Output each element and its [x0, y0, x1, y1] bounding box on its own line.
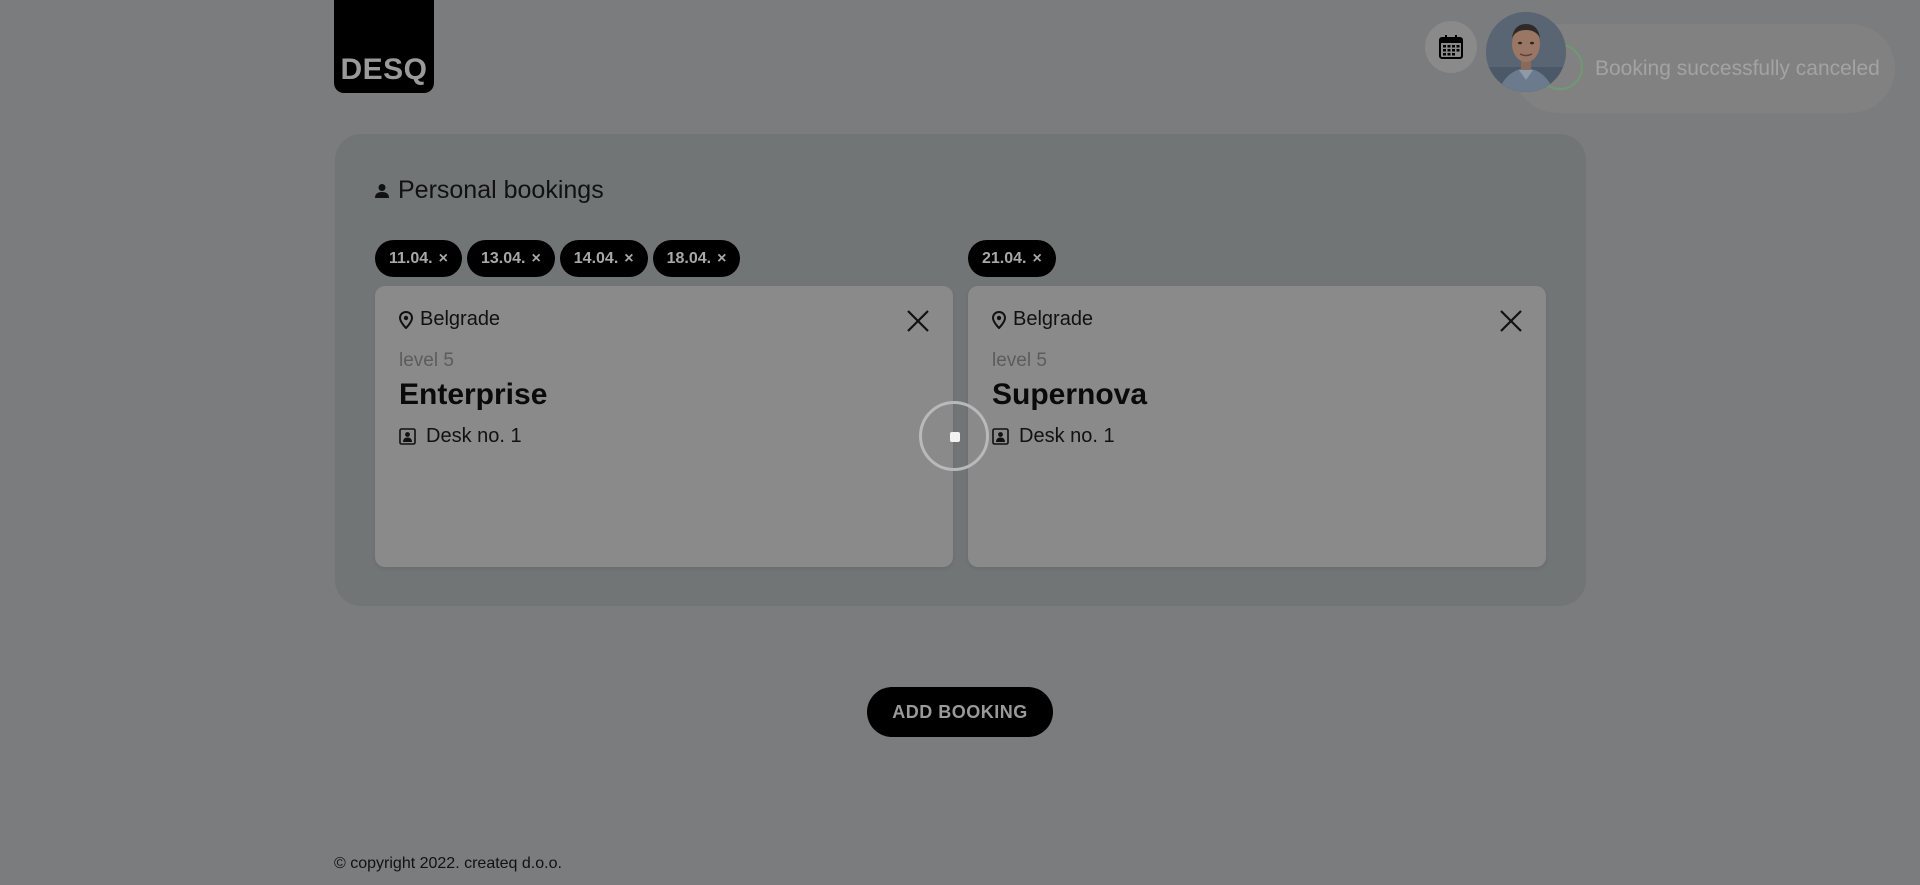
desk-label: Desk no. 1	[1019, 425, 1115, 447]
desk-info: Desk no. 1	[399, 425, 522, 448]
desk-icon	[399, 428, 416, 445]
location-label: Belgrade	[420, 308, 501, 330]
booking-dates-supernova: 21.04. ×	[968, 240, 1056, 277]
logo-text: DESQ	[340, 53, 428, 86]
level-label: level 5	[992, 350, 1047, 371]
loading-spinner-dot	[950, 432, 960, 442]
date-chip[interactable]: 18.04. ×	[652, 240, 741, 277]
remove-date-icon[interactable]: ×	[1032, 250, 1041, 268]
user-avatar[interactable]	[1486, 12, 1566, 92]
cancel-booking-button[interactable]	[905, 308, 931, 334]
location-pin-icon	[992, 310, 1006, 329]
add-booking-button[interactable]: ADD BOOKING	[867, 687, 1053, 737]
panel-title-text: Personal bookings	[398, 176, 604, 204]
calendar-icon	[1439, 35, 1463, 59]
remove-date-icon[interactable]: ×	[439, 250, 448, 268]
calendar-button[interactable]	[1425, 21, 1477, 73]
location-label: Belgrade	[1013, 308, 1094, 330]
date-chip[interactable]: 14.04. ×	[559, 240, 648, 277]
date-chip[interactable]: 21.04. ×	[968, 240, 1056, 277]
date-chip-label: 11.04.	[389, 249, 433, 267]
remove-date-icon[interactable]: ×	[531, 250, 540, 268]
location: Belgrade	[399, 308, 500, 331]
level-label: level 5	[399, 350, 454, 371]
date-chip[interactable]: 11.04. ×	[375, 240, 462, 277]
date-chip-label: 18.04.	[666, 249, 712, 267]
remove-date-icon[interactable]: ×	[624, 250, 633, 268]
desq-logo[interactable]: DESQ	[334, 0, 434, 93]
copyright-footer: © copyright 2022. createq d.o.o.	[334, 855, 562, 872]
panel-title: Personal bookings	[375, 176, 604, 205]
date-chip[interactable]: 13.04. ×	[466, 240, 555, 277]
location: Belgrade	[992, 308, 1093, 331]
remove-date-icon[interactable]: ×	[717, 250, 726, 268]
booking-dates-enterprise: 11.04. × 13.04. × 14.04. × 18.04. ×	[375, 240, 741, 277]
booking-card-enterprise: Belgrade level 5 Enterprise Desk no. 1	[375, 286, 953, 567]
location-pin-icon	[399, 310, 413, 329]
avatar-photo	[1486, 12, 1566, 92]
date-chip-label: 14.04.	[573, 249, 619, 267]
room-name: Enterprise	[399, 378, 548, 411]
success-toast: Booking successfully canceled	[1513, 24, 1895, 113]
desk-info: Desk no. 1	[992, 425, 1115, 448]
desk-icon	[992, 428, 1009, 445]
date-chip-label: 13.04.	[480, 249, 526, 267]
room-name: Supernova	[992, 378, 1148, 411]
toast-message: Booking successfully canceled	[1595, 56, 1880, 80]
person-icon	[375, 183, 389, 198]
cancel-booking-button[interactable]	[1498, 308, 1524, 334]
booking-card-supernova: Belgrade level 5 Supernova Desk no. 1	[968, 286, 1546, 567]
date-chip-label: 21.04.	[982, 249, 1027, 267]
personal-bookings-panel: Personal bookings 11.04. × 13.04. × 14.0…	[335, 134, 1586, 606]
desk-label: Desk no. 1	[426, 425, 522, 447]
